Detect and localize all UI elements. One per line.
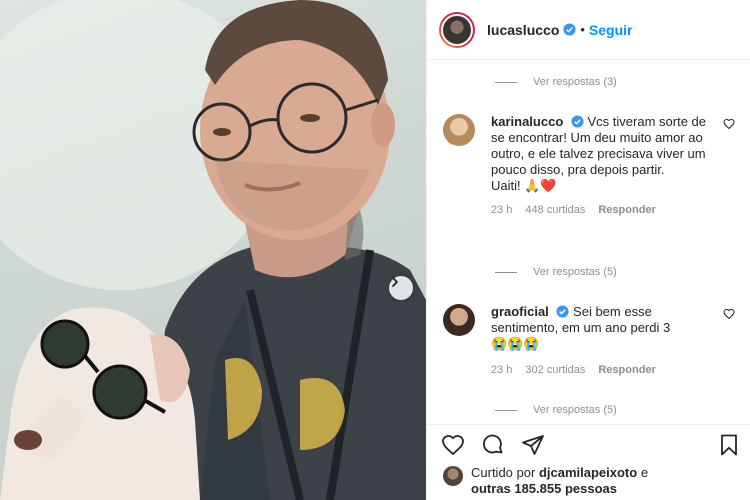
likes-count-link[interactable]: outras 185.855 pessoas [471, 481, 617, 496]
author-username[interactable]: lucaslucco [487, 22, 559, 38]
separator-dot: • [580, 22, 585, 37]
comment-icon [483, 434, 503, 453]
comment-time[interactable]: 23 h [491, 204, 512, 216]
comment-text: karinalucco Vcs tiveram sorte de se enco… [491, 114, 707, 193]
save-button[interactable] [717, 433, 741, 457]
commenter-avatar[interactable] [443, 114, 475, 146]
comment-text: graoficial Sei bem esse sentimento, em u… [491, 304, 671, 351]
reply-button[interactable]: Responder [598, 204, 655, 216]
liked-by-row: Curtido por djcamilapeixoto e outras 185… [443, 465, 648, 497]
heart-icon [442, 434, 464, 455]
liked-by-text: Curtido por djcamilapeixoto e outras 185… [471, 465, 649, 496]
view-replies-link[interactable]: Ver respostas (5) [495, 404, 617, 416]
view-replies-link[interactable]: Ver respostas (5) [495, 266, 617, 278]
comment-emoji: 😭😭😭 [491, 336, 540, 351]
verified-badge-icon [563, 23, 576, 36]
reply-button[interactable]: Responder [598, 364, 655, 376]
comment-meta: 23 h 448 curtidas Responder [491, 204, 735, 216]
commenter-avatar[interactable] [443, 304, 475, 336]
commenter-username[interactable]: graoficial [491, 304, 549, 319]
commenter-username[interactable]: karinalucco [491, 114, 563, 129]
share-icon [522, 434, 544, 455]
heart-icon[interactable] [723, 308, 735, 320]
chevron-right-icon [392, 277, 398, 287]
verified-badge-icon [571, 115, 584, 128]
comment-likes[interactable]: 302 curtidas [525, 364, 585, 376]
comment-button[interactable] [481, 433, 505, 457]
photo-illustration [0, 0, 426, 500]
next-photo-button[interactable] [389, 276, 413, 300]
author-avatar[interactable] [439, 11, 475, 48]
comment-likes[interactable]: 448 curtidas [525, 204, 585, 216]
comment-time[interactable]: 23 h [491, 364, 512, 376]
share-button[interactable] [521, 433, 545, 457]
post-actions-bar [427, 424, 750, 464]
view-replies-link[interactable]: Ver respostas (3) [495, 76, 617, 88]
comment-item: karinalucco Vcs tiveram sorte de se enco… [443, 114, 735, 216]
comment-emoji: 🙏❤️ [524, 178, 557, 193]
post-side-panel: lucaslucco • Seguir Ver respostas (3) ka… [426, 0, 750, 500]
comment-item: graoficial Sei bem esse sentimento, em u… [443, 304, 735, 376]
post-header: lucaslucco • Seguir [427, 0, 750, 60]
liker-username[interactable]: djcamilapeixoto [539, 465, 637, 480]
follow-button[interactable]: Seguir [589, 22, 633, 38]
comment-meta: 23 h 302 curtidas Responder [491, 364, 735, 376]
bookmark-icon [721, 434, 737, 455]
like-button[interactable] [441, 433, 465, 457]
verified-badge-icon [556, 305, 569, 318]
heart-icon[interactable] [723, 118, 735, 130]
liker-avatar[interactable] [443, 466, 463, 486]
post-photo[interactable] [0, 0, 426, 500]
